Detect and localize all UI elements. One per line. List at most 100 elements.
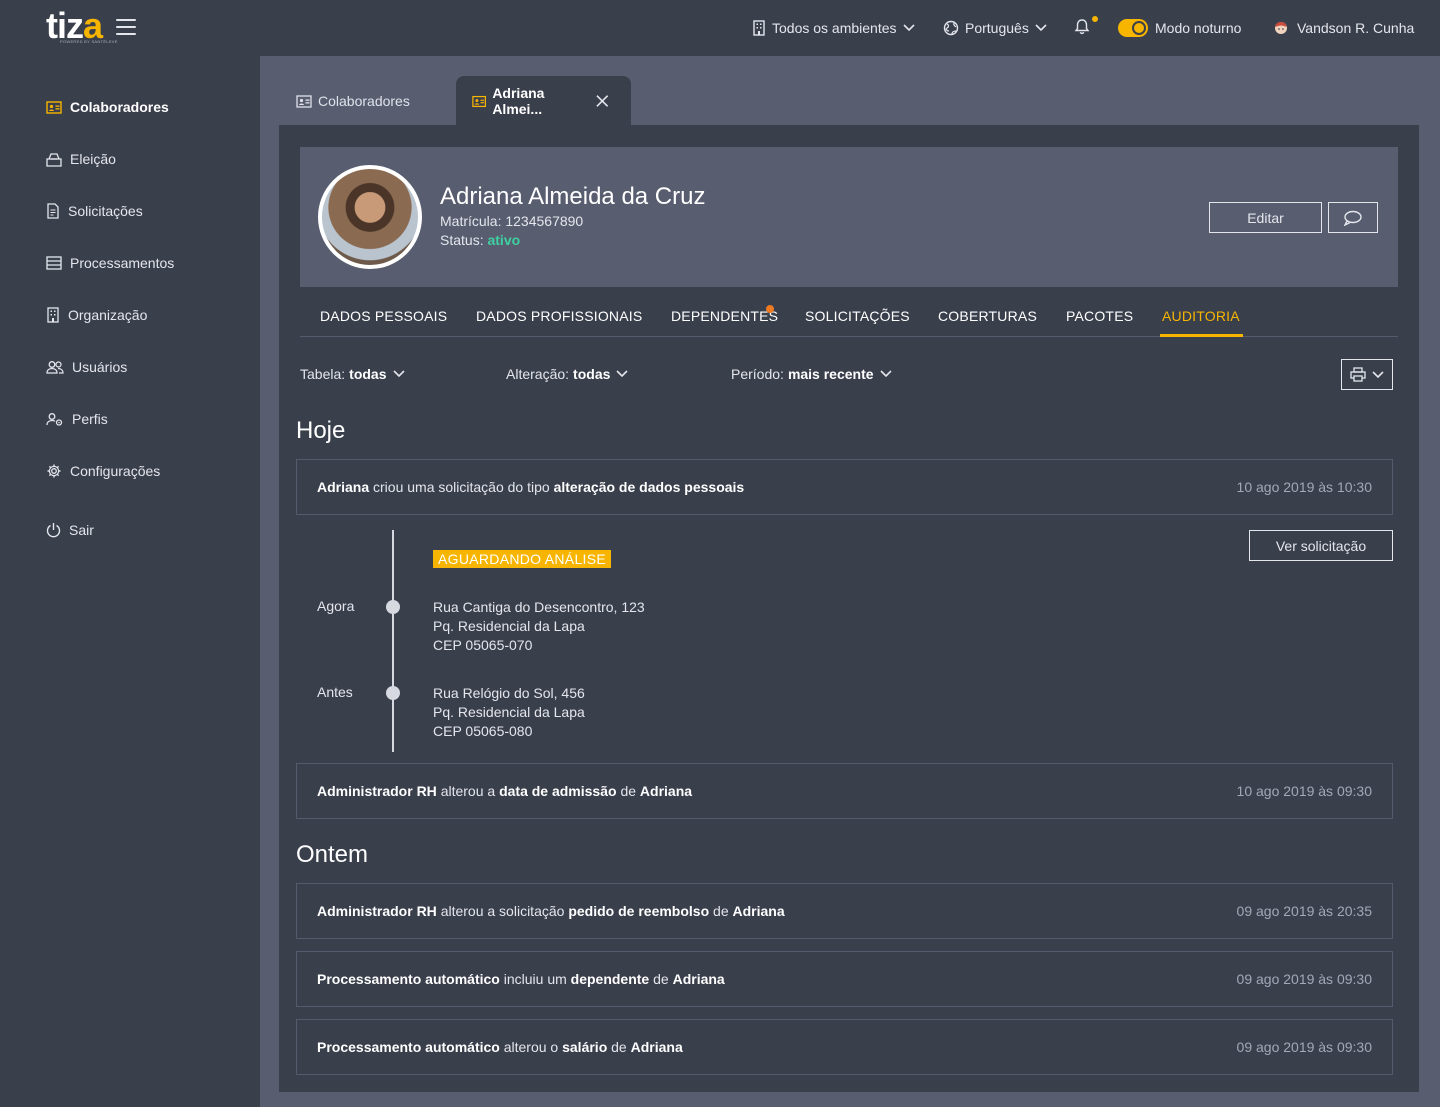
sidebar-item-colaboradores[interactable]: Colaboradores (46, 96, 169, 118)
filter-alteracao[interactable]: Alteração: todas (506, 366, 628, 382)
sidebar-item-organizacao[interactable]: Organização (46, 304, 147, 326)
sidebar-item-sair[interactable]: Sair (46, 519, 94, 541)
chat-bubble-icon (1343, 210, 1362, 226)
timeline-label-now: Agora (317, 598, 355, 614)
timeline-dot (386, 686, 400, 700)
message-button[interactable] (1328, 202, 1378, 233)
language-selector[interactable]: Português (943, 18, 1053, 38)
timeline-line (392, 530, 394, 752)
filter-label: Período: (731, 366, 784, 382)
entry-text: Administrador RH alterou a solicitação p… (317, 903, 785, 919)
tab-auditoria[interactable]: AUDITORIA (1162, 308, 1240, 324)
entry-object: data de admissão (499, 783, 617, 799)
logo-subtitle: POWERED BY SANTÉLEVE (60, 39, 118, 44)
sidebar-item-label: Processamentos (70, 255, 175, 271)
entry-text: Adriana criou uma solicitação do tipo al… (317, 479, 744, 495)
audit-entry[interactable]: Administrador RH alterou a data de admis… (296, 763, 1393, 819)
chevron-down-icon (392, 370, 405, 378)
entry-action: alterou a solicitação (440, 903, 565, 919)
entry-connector: de (611, 1039, 627, 1055)
entry-target: Adriana (672, 971, 725, 987)
bell-icon (1074, 16, 1098, 38)
tab-label: Colaboradores (318, 93, 410, 109)
entry-action: incluiu um (503, 971, 567, 987)
night-mode-toggle[interactable]: Modo noturno (1118, 18, 1241, 38)
entry-target: Adriana (732, 903, 785, 919)
tab-adriana[interactable]: Adriana Almei... (456, 76, 631, 126)
tab-dados-pessoais[interactable]: DADOS PESSOAIS (320, 308, 447, 324)
tab-pacotes[interactable]: PACOTES (1066, 308, 1133, 324)
sidebar-item-perfis[interactable]: Perfis (46, 408, 108, 430)
tab-label: Adriana Almei... (492, 85, 545, 117)
matricula-label: Matrícula: (440, 213, 502, 229)
tab-dados-profissionais[interactable]: DADOS PROFISSIONAIS (476, 308, 642, 324)
globe-icon (943, 20, 959, 36)
user-menu[interactable]: Vandson R. Cunha (1273, 18, 1414, 38)
entry-object: dependente (570, 971, 650, 987)
audit-entry[interactable]: Processamento automático incluiu um depe… (296, 951, 1393, 1007)
entry-date: 09 ago 2019 às 09:30 (1236, 971, 1372, 987)
profile-name: Adriana Almeida da Cruz (440, 183, 706, 210)
address-line: CEP 05065-070 (433, 637, 533, 653)
entry-text: Administrador RH alterou a data de admis… (317, 783, 692, 799)
entry-object: salário (562, 1039, 608, 1055)
entry-target: Adriana (630, 1039, 683, 1055)
environment-selector[interactable]: Todos os ambientes (752, 18, 921, 38)
status-label: Status: (440, 232, 484, 248)
timeline-label-before: Antes (317, 684, 353, 700)
tab-dependentes[interactable]: DEPENDENTES (671, 308, 778, 324)
address-now: Rua Cantiga do Desencontro, 123 Pq. Resi… (433, 598, 645, 655)
notification-dot (1092, 16, 1098, 22)
status-badge: AGUARDANDO ANÁLISE (433, 550, 611, 568)
tab-colaboradores[interactable]: Colaboradores (280, 76, 426, 126)
entry-actor: Processamento automático (317, 971, 500, 987)
sidebar-item-solicitacoes[interactable]: Solicitações (46, 200, 143, 222)
language-label: Português (965, 20, 1029, 36)
address-line: Pq. Residencial da Lapa (433, 618, 585, 634)
status-badge: ativo (487, 232, 521, 248)
address-before: Rua Relógio do Sol, 456 Pq. Residencial … (433, 684, 585, 741)
sidebar-item-processamentos[interactable]: Processamentos (46, 252, 174, 274)
group-title-today: Hoje (296, 417, 346, 444)
notification-dot (766, 305, 774, 313)
sidebar-item-label: Organização (68, 307, 148, 323)
matricula-value: 1234567890 (505, 213, 584, 229)
profile-matricula: Matrícula: 1234567890 (440, 213, 583, 229)
night-mode-label: Modo noturno (1155, 20, 1242, 36)
chevron-down-icon (1035, 24, 1047, 32)
sidebar-item-label: Configurações (70, 463, 161, 479)
filter-tabela[interactable]: Tabela: todas (300, 366, 405, 382)
notifications-button[interactable] (1074, 16, 1098, 38)
print-button[interactable] (1341, 359, 1393, 390)
entry-date: 10 ago 2019 às 09:30 (1236, 783, 1372, 799)
menu-icon[interactable] (116, 19, 136, 37)
sidebar-item-eleicao[interactable]: Eleição (46, 148, 116, 170)
close-icon[interactable] (596, 94, 609, 108)
address-line: Rua Relógio do Sol, 456 (433, 685, 585, 701)
tab-solicitacoes[interactable]: SOLICITAÇÕES (805, 308, 910, 324)
entry-text: Processamento automático alterou o salár… (317, 1039, 683, 1055)
audit-entry[interactable]: Adriana criou uma solicitação do tipo al… (296, 459, 1393, 515)
entry-date: 09 ago 2019 às 20:35 (1236, 903, 1372, 919)
view-request-button[interactable]: Ver solicitação (1249, 530, 1393, 561)
address-line: Rua Cantiga do Desencontro, 123 (433, 599, 645, 615)
active-tab-indicator (1160, 334, 1243, 337)
address-line: Pq. Residencial da Lapa (433, 704, 585, 720)
chevron-down-icon (616, 370, 628, 378)
sidebar-item-configuracoes[interactable]: Configurações (46, 460, 160, 482)
audit-entry[interactable]: Administrador RH alterou a solicitação p… (296, 883, 1393, 939)
filter-periodo[interactable]: Período: mais recente (731, 366, 892, 382)
user-avatar-icon (1275, 22, 1287, 34)
user-name: Vandson R. Cunha (1297, 20, 1415, 36)
sidebar-item-usuarios[interactable]: Usuários (46, 356, 127, 378)
sidebar-item-label: Eleição (70, 151, 116, 167)
edit-button[interactable]: Editar (1209, 202, 1322, 233)
tab-coberturas[interactable]: COBERTURAS (938, 308, 1037, 324)
id-card-icon (472, 95, 487, 107)
entry-text: Processamento automático incluiu um depe… (317, 971, 725, 987)
audit-entry[interactable]: Processamento automático alterou o salár… (296, 1019, 1393, 1075)
filter-value: todas (349, 366, 387, 382)
toggle-switch[interactable] (1118, 19, 1148, 37)
sidebar-item-label: Colaboradores (70, 99, 169, 115)
profile-status: Status: ativo (440, 232, 520, 248)
